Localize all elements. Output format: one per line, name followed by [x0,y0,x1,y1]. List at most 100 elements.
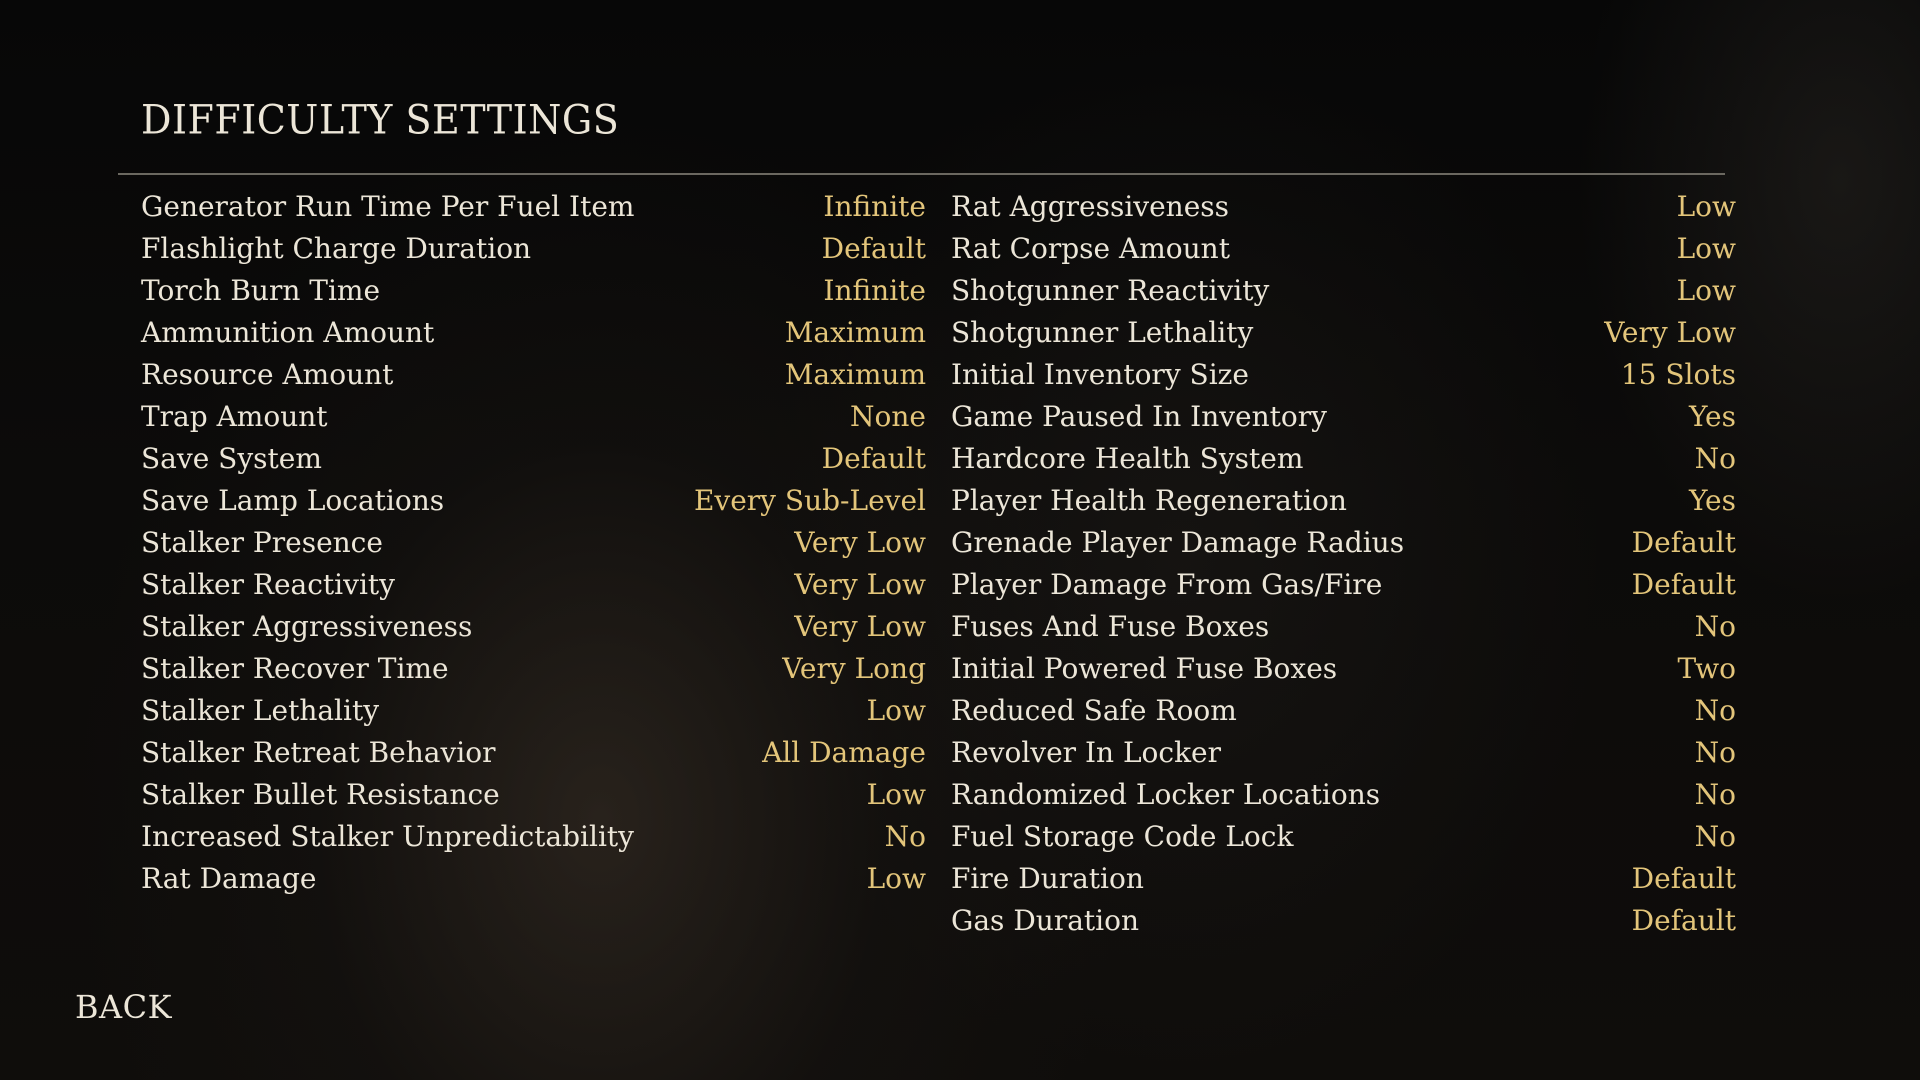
setting-value[interactable]: Low [867,858,926,900]
setting-label: Rat Damage [141,862,317,895]
setting-label: Stalker Aggressiveness [141,610,473,643]
setting-label: Game Paused In Inventory [951,400,1327,433]
setting-label: Stalker Bullet Resistance [141,778,500,811]
setting-row[interactable]: Rat Aggressiveness Low [951,186,1736,228]
setting-value[interactable]: Low [1677,228,1736,270]
setting-value[interactable]: Low [867,774,926,816]
setting-row[interactable]: Gas Duration Default [951,900,1736,942]
setting-value[interactable]: Very Low [794,522,926,564]
setting-value[interactable]: Low [867,690,926,732]
setting-value[interactable]: No [1695,606,1736,648]
setting-label: Player Damage From Gas/Fire [951,568,1383,601]
setting-row[interactable]: Save System Default [141,438,926,480]
setting-label: Stalker Presence [141,526,383,559]
setting-row[interactable]: Fuel Storage Code Lock No [951,816,1736,858]
setting-value[interactable]: Very Long [782,648,926,690]
setting-row[interactable]: Resource Amount Maximum [141,354,926,396]
setting-row[interactable]: Ammunition Amount Maximum [141,312,926,354]
setting-row[interactable]: Trap Amount None [141,396,926,438]
setting-label: Rat Corpse Amount [951,232,1230,265]
setting-value[interactable]: None [850,396,926,438]
setting-label: Ammunition Amount [141,316,435,349]
setting-value[interactable]: Infinite [823,186,926,228]
setting-value[interactable]: No [885,816,926,858]
difficulty-settings-screen: DIFFICULTY SETTINGS Generator Run Time P… [0,0,1920,1080]
setting-row[interactable]: Randomized Locker Locations No [951,774,1736,816]
setting-label: Stalker Lethality [141,694,380,727]
title-divider [118,173,1725,175]
settings-column-left: Generator Run Time Per Fuel Item Infinite… [141,186,926,900]
setting-label: Gas Duration [951,904,1139,937]
setting-value[interactable]: No [1695,816,1736,858]
setting-value[interactable]: All Damage [762,732,926,774]
setting-label: Fire Duration [951,862,1144,895]
setting-value[interactable]: Very Low [794,606,926,648]
setting-value[interactable]: Default [1632,564,1736,606]
setting-row[interactable]: Grenade Player Damage Radius Default [951,522,1736,564]
setting-label: Flashlight Charge Duration [141,232,532,265]
setting-row[interactable]: Shotgunner Reactivity Low [951,270,1736,312]
setting-value[interactable]: Default [822,228,926,270]
setting-value[interactable]: Yes [1689,480,1736,522]
setting-row[interactable]: Generator Run Time Per Fuel Item Infinite [141,186,926,228]
setting-row[interactable]: Rat Damage Low [141,858,926,900]
setting-label: Grenade Player Damage Radius [951,526,1405,559]
setting-label: Initial Powered Fuse Boxes [951,652,1338,685]
setting-row[interactable]: Reduced Safe Room No [951,690,1736,732]
setting-row[interactable]: Hardcore Health System No [951,438,1736,480]
setting-value[interactable]: Infinite [823,270,926,312]
setting-label: Revolver In Locker [951,736,1222,769]
setting-label: Stalker Reactivity [141,568,395,601]
setting-value[interactable]: Default [1632,900,1736,942]
back-button[interactable]: BACK [75,988,172,1026]
setting-value[interactable]: Low [1677,270,1736,312]
setting-row[interactable]: Player Health Regeneration Yes [951,480,1736,522]
setting-row[interactable]: Flashlight Charge Duration Default [141,228,926,270]
setting-row[interactable]: Rat Corpse Amount Low [951,228,1736,270]
setting-value[interactable]: Very Low [794,564,926,606]
setting-value[interactable]: Very Low [1604,312,1736,354]
setting-value[interactable]: No [1695,774,1736,816]
setting-row[interactable]: Stalker Aggressiveness Very Low [141,606,926,648]
setting-row[interactable]: Game Paused In Inventory Yes [951,396,1736,438]
setting-value[interactable]: Default [1632,522,1736,564]
setting-row[interactable]: Stalker Bullet Resistance Low [141,774,926,816]
setting-value[interactable]: Maximum [785,312,926,354]
setting-label: Player Health Regeneration [951,484,1347,517]
setting-row[interactable]: Increased Stalker Unpredictability No [141,816,926,858]
setting-row[interactable]: Torch Burn Time Infinite [141,270,926,312]
setting-label: Save System [141,442,322,475]
setting-label: Resource Amount [141,358,394,391]
setting-row[interactable]: Stalker Presence Very Low [141,522,926,564]
settings-column-right: Rat Aggressiveness Low Rat Corpse Amount Lo… [951,186,1736,942]
setting-row[interactable]: Fire Duration Default [951,858,1736,900]
setting-value[interactable]: Low [1677,186,1736,228]
setting-value[interactable]: Every Sub-Level [694,480,926,522]
setting-label: Stalker Recover Time [141,652,449,685]
setting-label: Fuses And Fuse Boxes [951,610,1270,643]
setting-row[interactable]: Revolver In Locker No [951,732,1736,774]
setting-row[interactable]: Stalker Reactivity Very Low [141,564,926,606]
setting-value[interactable]: Maximum [785,354,926,396]
setting-value[interactable]: 15 Slots [1621,354,1736,396]
setting-value[interactable]: No [1695,690,1736,732]
setting-row[interactable]: Initial Inventory Size 15 Slots [951,354,1736,396]
setting-label: Initial Inventory Size [951,358,1249,391]
setting-row[interactable]: Save Lamp Locations Every Sub-Level [141,480,926,522]
setting-value[interactable]: Two [1677,648,1736,690]
setting-row[interactable]: Stalker Lethality Low [141,690,926,732]
setting-value[interactable]: Default [822,438,926,480]
setting-row[interactable]: Fuses And Fuse Boxes No [951,606,1736,648]
setting-row[interactable]: Player Damage From Gas/Fire Default [951,564,1736,606]
setting-value[interactable]: No [1695,438,1736,480]
setting-row[interactable]: Stalker Retreat Behavior All Damage [141,732,926,774]
setting-label: Fuel Storage Code Lock [951,820,1294,853]
setting-label: Shotgunner Reactivity [951,274,1270,307]
setting-value[interactable]: Default [1632,858,1736,900]
setting-row[interactable]: Initial Powered Fuse Boxes Two [951,648,1736,690]
setting-row[interactable]: Shotgunner Lethality Very Low [951,312,1736,354]
setting-value[interactable]: No [1695,732,1736,774]
setting-label: Trap Amount [141,400,328,433]
setting-row[interactable]: Stalker Recover Time Very Long [141,648,926,690]
setting-value[interactable]: Yes [1689,396,1736,438]
